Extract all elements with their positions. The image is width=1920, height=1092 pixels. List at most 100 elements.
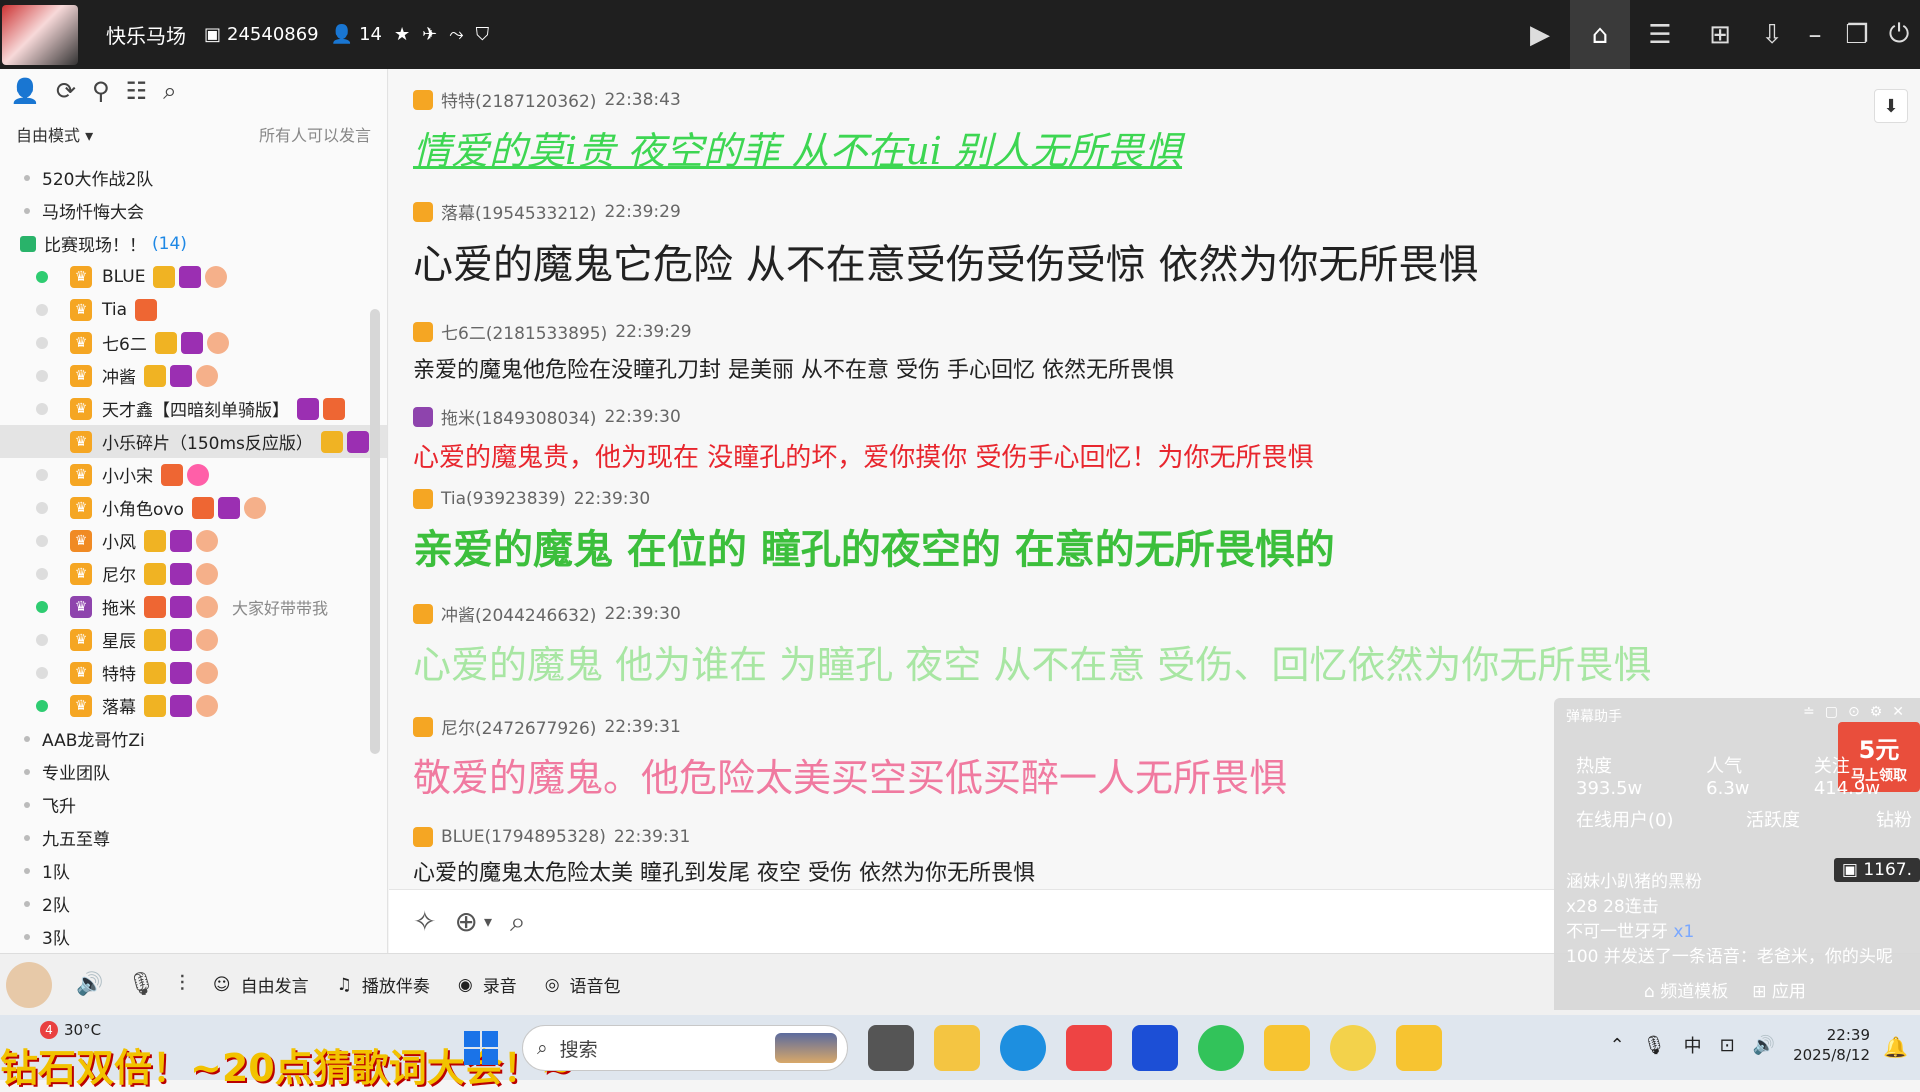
member-row[interactable]: ♛ 七6二 bbox=[0, 326, 387, 359]
channel-group[interactable]: 3队 bbox=[0, 920, 387, 953]
notification-bell-icon[interactable]: 🔔 bbox=[1883, 1035, 1908, 1059]
play-bgm-button[interactable]: ♫ 播放伴奏 bbox=[337, 972, 430, 998]
download-icon[interactable]: ⇩ bbox=[1750, 0, 1794, 69]
member-row[interactable]: ♛ 小小宋 bbox=[0, 458, 387, 491]
power-icon[interactable]: ⏻ bbox=[1878, 0, 1920, 69]
member-row[interactable]: ♛ 天才鑫【四暗刻单骑版】 bbox=[0, 392, 387, 425]
favorite-icon[interactable]: ★ bbox=[394, 24, 410, 45]
group-label: 飞升 bbox=[42, 797, 76, 817]
role-icon: ♛ bbox=[70, 562, 92, 585]
speaker-effect-icon[interactable]: ✧ bbox=[413, 905, 436, 938]
free-speak-label: 自由发言 bbox=[240, 977, 309, 997]
message-time: 22:39:30 bbox=[604, 406, 681, 427]
app-bird-icon[interactable] bbox=[1066, 1025, 1112, 1071]
member-row[interactable]: ♛ 尼尔 bbox=[0, 557, 387, 590]
role-icon: ♛ bbox=[70, 463, 92, 486]
member-row[interactable]: ♛ BLUE bbox=[0, 260, 387, 293]
message-user[interactable]: 尼尔(2472677926) bbox=[441, 714, 596, 739]
online-users-tab[interactable]: 在线用户(0) bbox=[1576, 806, 1674, 832]
message-time: 22:39:31 bbox=[613, 827, 691, 847]
channel-group[interactable]: AAB龙哥竹Zi bbox=[0, 722, 387, 755]
app-blue-icon[interactable] bbox=[1132, 1025, 1178, 1071]
home-icon[interactable]: ⌂ bbox=[1570, 0, 1630, 69]
member-row[interactable]: ♛ 冲酱 bbox=[0, 359, 387, 392]
gamepad-icon[interactable]: ⊞ bbox=[1690, 0, 1750, 69]
message-user[interactable]: 特特(2187120362) bbox=[441, 87, 596, 112]
search-icon[interactable]: ⌕ bbox=[163, 77, 176, 105]
microphone-icon[interactable]: 🎙 bbox=[1643, 1035, 1666, 1056]
minimize-icon[interactable]: – bbox=[1794, 0, 1836, 69]
notes-icon[interactable]: ☷ bbox=[126, 77, 148, 105]
channel-group[interactable]: 马场忏悔大会 bbox=[0, 194, 387, 227]
room-avatar[interactable] bbox=[2, 4, 78, 65]
member-note: 大家好带带我 bbox=[232, 598, 329, 618]
system-tray: ⌃ 🎙 中 ⊡ 🔊 22:39 2025/8/12 bbox=[1610, 1025, 1870, 1065]
channel-template-button[interactable]: ⌂ 频道模板 bbox=[1644, 977, 1728, 1002]
my-avatar[interactable] bbox=[6, 961, 52, 1008]
refresh-icon[interactable]: ⟳ bbox=[56, 77, 76, 105]
channel-group[interactable]: 专业团队 bbox=[0, 755, 387, 788]
volume-icon[interactable]: 🔊 bbox=[1753, 1035, 1775, 1056]
network-icon[interactable]: ⊡ bbox=[1720, 1035, 1735, 1056]
chevron-up-icon[interactable]: ⌃ bbox=[1610, 1035, 1625, 1056]
message-user[interactable]: 冲酱(2044246632) bbox=[441, 601, 596, 626]
voice-pack-button[interactable]: ◎ 语音包 bbox=[545, 972, 621, 998]
ime-indicator[interactable]: 中 bbox=[1684, 1032, 1702, 1058]
diamond-fans-tab[interactable]: 钻粉 bbox=[1876, 806, 1912, 832]
microphone-icon[interactable]: 🎙 bbox=[127, 972, 155, 997]
channel-group[interactable]: 2队 bbox=[0, 887, 387, 920]
game-icon[interactable]: ⊕ bbox=[454, 905, 477, 938]
message-user[interactable]: 七6二(2181533895) bbox=[441, 319, 607, 344]
apps-button[interactable]: ⊞ 应用 bbox=[1752, 977, 1806, 1002]
channel-group[interactable]: 1队 bbox=[0, 854, 387, 887]
search-chat-icon[interactable]: ⌕ bbox=[510, 905, 526, 939]
channel-group[interactable]: 520大作战2队 bbox=[0, 161, 387, 194]
channel-group[interactable]: 飞升 bbox=[0, 788, 387, 821]
message-user[interactable]: 落幕(1954533212) bbox=[441, 199, 596, 224]
list-icon[interactable]: ☰ bbox=[1630, 0, 1690, 69]
video-icon[interactable]: ▶ bbox=[1510, 0, 1570, 69]
edge-browser-icon[interactable] bbox=[1000, 1025, 1046, 1071]
member-row[interactable]: ♛ 星辰 bbox=[0, 623, 387, 656]
member-row[interactable]: ♛ 拖米 大家好带带我 bbox=[0, 590, 387, 623]
member-row[interactable]: ♛ Tia bbox=[0, 293, 387, 326]
clock[interactable]: 22:39 2025/8/12 bbox=[1793, 1025, 1870, 1065]
free-speak-button[interactable]: ☺ 自由发言 bbox=[213, 972, 309, 998]
member-row-selected[interactable]: ♛ 小乐碎片（150ms反应版） bbox=[0, 425, 387, 458]
plane-icon[interactable]: ✈ bbox=[422, 24, 437, 45]
scroll-to-bottom-icon[interactable]: ⬇ bbox=[1874, 89, 1908, 123]
channel-group[interactable]: 九五至尊 bbox=[0, 821, 387, 854]
badge-group bbox=[144, 595, 218, 618]
yy-voice-icon-2[interactable] bbox=[1396, 1025, 1442, 1071]
shield-icon[interactable]: ⛉ bbox=[476, 24, 490, 45]
taskbar-search[interactable]: ⌕ 搜索 bbox=[522, 1025, 848, 1071]
app-ring-icon[interactable] bbox=[1330, 1025, 1376, 1071]
record-button[interactable]: ◉ 录音 bbox=[458, 972, 517, 998]
message-user[interactable]: Tia(93923839) bbox=[441, 489, 566, 509]
message-user[interactable]: BLUE(1794895328) bbox=[441, 827, 606, 847]
sidebar-scrollbar[interactable] bbox=[370, 309, 380, 754]
file-explorer-icon[interactable] bbox=[934, 1025, 980, 1071]
windows-start-icon[interactable] bbox=[464, 1031, 498, 1065]
channel-group-open[interactable]: 比赛现场！！ (14) bbox=[0, 227, 387, 260]
member-row[interactable]: ♛ 小角色ovo bbox=[0, 491, 387, 524]
member-row[interactable]: ♛ 小风 bbox=[0, 524, 387, 557]
task-view-icon[interactable] bbox=[868, 1025, 914, 1071]
member-row[interactable]: ♛ 特特 bbox=[0, 656, 387, 689]
badge-group bbox=[144, 364, 218, 387]
message-user[interactable]: 拖米(1849308034) bbox=[441, 404, 596, 429]
activity-tab[interactable]: 活跃度 bbox=[1746, 806, 1800, 832]
chevron-down-icon[interactable]: ▾ bbox=[484, 912, 492, 931]
member-row[interactable]: ♛ 落幕 bbox=[0, 689, 387, 722]
equalizer-icon[interactable]: ⫶ bbox=[179, 972, 185, 997]
panel-controls[interactable]: ≐▢⊙⚙✕ bbox=[1803, 704, 1914, 720]
restore-icon[interactable]: ❐ bbox=[1836, 0, 1878, 69]
speaker-icon[interactable]: 🔊 bbox=[76, 972, 103, 997]
yy-voice-icon[interactable] bbox=[1264, 1025, 1310, 1071]
share-icon[interactable]: ⤳ bbox=[449, 24, 463, 45]
message-header: 冲酱(2044246632) 22:39:30 bbox=[413, 601, 1651, 626]
mode-select[interactable]: 自由模式 ▾ bbox=[16, 122, 93, 146]
app-green-icon[interactable] bbox=[1198, 1025, 1244, 1071]
user-icon[interactable]: 👤 bbox=[10, 77, 40, 105]
location-icon[interactable]: ⚲ bbox=[92, 77, 110, 105]
